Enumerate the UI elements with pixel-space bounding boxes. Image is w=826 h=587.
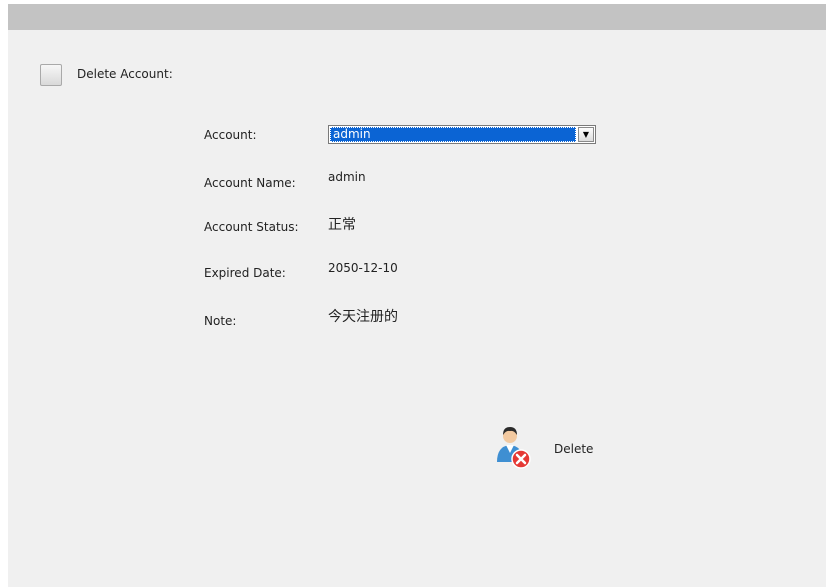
- account-name-value: admin: [328, 170, 366, 184]
- account-label: Account:: [204, 128, 257, 142]
- dropdown-arrow-icon[interactable]: ▼: [578, 127, 594, 142]
- user-delete-icon: [497, 427, 531, 469]
- delete-button-label: Delete: [554, 442, 594, 456]
- note-value: 今天注册的: [328, 309, 398, 325]
- expired-date-value: 2050-12-10: [328, 261, 398, 275]
- account-status-value: 正常: [328, 217, 356, 233]
- account-select[interactable]: admin ▼: [328, 125, 596, 144]
- expired-date-label: Expired Date:: [204, 266, 286, 280]
- delete-account-checkbox[interactable]: [40, 64, 62, 86]
- account-status-label: Account Status:: [204, 220, 299, 234]
- account-name-label: Account Name:: [204, 176, 296, 190]
- section-title: Delete Account:: [77, 67, 173, 81]
- note-label: Note:: [204, 314, 237, 328]
- delete-button[interactable]: Delete: [492, 424, 612, 472]
- delete-account-panel: Delete Account: Account: admin ▼ Account…: [8, 4, 826, 587]
- account-select-value: admin: [330, 127, 576, 142]
- title-bar: [8, 4, 826, 30]
